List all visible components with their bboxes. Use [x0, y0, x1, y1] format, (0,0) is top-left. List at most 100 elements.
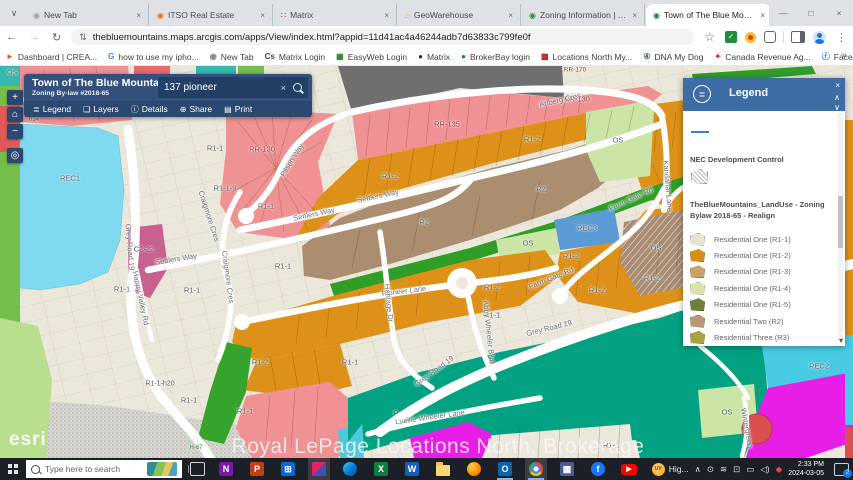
start-button[interactable] [0, 458, 26, 480]
taskbar-app-button[interactable]: ▦ [556, 458, 578, 480]
maximize-button[interactable]: □ [797, 8, 825, 18]
task-view-icon[interactable] [190, 462, 205, 476]
legend-swatch [690, 282, 705, 295]
home-extent-button[interactable]: ⌂ [7, 107, 23, 122]
refresh-icon[interactable]: ↻ [52, 31, 61, 44]
taskbar-app-button[interactable]: W [401, 458, 423, 480]
bookmark-item[interactable]: ⓕ Facebook [822, 51, 853, 62]
taskbar-app-button[interactable]: ⊞ [277, 458, 299, 480]
taskbar-app-button[interactable] [339, 458, 361, 480]
forward-icon[interactable]: → [29, 31, 40, 43]
zoom-in-button[interactable]: + [7, 90, 23, 105]
side-panel-icon[interactable] [791, 31, 805, 43]
taskbar-app-button[interactable] [463, 458, 485, 480]
search-icon[interactable] [293, 83, 302, 92]
legend-scrollbar-thumb[interactable] [838, 196, 843, 248]
taskbar-app-button[interactable]: ▶ [618, 458, 640, 480]
tab-close-icon[interactable]: × [384, 11, 389, 20]
tray-icon[interactable]: ≋ [720, 464, 727, 475]
tab-search-button[interactable]: ∨ [4, 3, 24, 23]
legend-close-icon[interactable]: × [835, 82, 840, 90]
tab-close-icon[interactable]: × [136, 11, 141, 20]
bookmark-item[interactable]: ✦ Canada Revenue Ag... [715, 52, 811, 62]
app-icon: O [498, 462, 512, 476]
system-tray: UV Hig... ∧ ⊙ ≋ ⊡ ▭ ◁) ◆ [652, 460, 853, 479]
locate-button[interactable]: ◎ [7, 148, 23, 163]
extension-honey-icon[interactable] [745, 32, 756, 43]
bookmark-item[interactable]: ◉ New Tab [210, 52, 254, 62]
bookmark-item[interactable]: ▦ EasyWeb Login [336, 52, 407, 62]
bookmark-item[interactable]: ● Matrix [418, 52, 450, 62]
minimize-button[interactable]: — [769, 8, 797, 18]
taskbar-app-button[interactable] [308, 458, 330, 480]
back-icon[interactable]: ← [6, 31, 17, 43]
tray-icon[interactable]: ◁) [760, 464, 769, 475]
bookmark-item[interactable]: ④ DNA My Dog [643, 52, 703, 62]
tray-icon[interactable]: ⊡ [733, 464, 740, 475]
bookmark-favicon: ④ [643, 52, 650, 61]
toolbar-item-label: Print [235, 104, 252, 114]
bookmark-item[interactable]: ● BrokerBay login [461, 52, 530, 62]
taskbar-search-box[interactable]: Type here to search [26, 460, 182, 478]
browser-tab[interactable]: ◉ ITSO Real Estate × [150, 4, 273, 26]
extensions-icon[interactable] [764, 31, 776, 43]
extension-check-icon[interactable]: ✓ [725, 31, 737, 43]
taskbar-app-button[interactable] [432, 458, 454, 480]
search-input[interactable]: 137 pioneer [164, 82, 281, 93]
bookmark-item[interactable]: G how to use my ipho... [108, 52, 199, 62]
toolbar-item-icon: ⊕ [180, 105, 187, 114]
map-search-box[interactable]: 137 pioneer × [158, 77, 308, 98]
weather-widget[interactable]: UV Hig... [652, 463, 689, 476]
tray-icon[interactable]: ▭ [746, 464, 754, 475]
close-window-button[interactable]: × [825, 8, 853, 18]
search-highlight-image[interactable] [147, 462, 177, 476]
browser-tab[interactable]: ∷ Matrix × [274, 4, 397, 26]
browser-tab[interactable]: ⌂ GeoWarehouse × [398, 4, 521, 26]
browser-tab[interactable]: ◉ Town of The Blue Mountai... × [646, 4, 772, 26]
legend-item: Residential One (R1-2) [690, 247, 838, 263]
boundary-line-swatch [691, 131, 709, 133]
bookmark-favicon: ▩ [541, 52, 549, 61]
clear-search-icon[interactable]: × [281, 83, 286, 93]
profile-avatar[interactable] [813, 31, 826, 44]
bookmarks-overflow-icon[interactable]: » [841, 50, 847, 61]
nec-hatch-swatch [691, 169, 708, 184]
taskbar-clock[interactable]: 2:33 PM 2024-03-05 [788, 460, 824, 479]
tray-icon[interactable]: ◆ [776, 464, 783, 475]
taskbar-app-button[interactable]: P [246, 458, 268, 480]
site-info-icon[interactable]: ⇅ [79, 32, 87, 43]
windows-taskbar: Type here to search N P ⊞ [0, 458, 853, 480]
legend-chevron-up-icon[interactable]: ∧ [834, 94, 840, 102]
toolbar-item[interactable]: ❏ Layers [83, 104, 119, 114]
legend-scroll-down-icon[interactable]: ▾ [839, 336, 843, 345]
toolbar-item[interactable]: ⓘ Details [131, 104, 168, 115]
tray-icon[interactable]: ⊙ [707, 464, 714, 475]
tab-close-icon[interactable]: × [760, 11, 765, 20]
tab-close-icon[interactable]: × [632, 11, 637, 20]
bookmark-item[interactable]: Cs Matrix Login [265, 52, 326, 62]
browser-tab[interactable]: ◉ New Tab × [26, 4, 149, 26]
windows-logo-icon [8, 464, 18, 474]
bookmark-star-icon[interactable]: ☆ [704, 30, 715, 44]
zoom-out-button[interactable]: − [7, 124, 23, 139]
menu-kebab-icon[interactable]: ⋮ [836, 31, 847, 44]
notification-center-icon[interactable]: 2 [834, 463, 849, 476]
tab-close-icon[interactable]: × [260, 11, 265, 20]
toolbar-item[interactable]: ⊕ Share [180, 104, 212, 114]
tab-close-icon[interactable]: × [508, 11, 513, 20]
taskbar-app-button[interactable]: O [494, 458, 516, 480]
taskbar-app-button[interactable] [525, 458, 547, 480]
taskbar-app-button[interactable]: N [215, 458, 237, 480]
browser-tab[interactable]: ◉ Zoning Information | Tow... × [522, 4, 645, 26]
bookmark-item[interactable]: ▩ Locations North My... [541, 52, 632, 62]
toolbar-item[interactable]: ▤ Print [224, 104, 252, 114]
tray-icon[interactable]: ∧ [695, 464, 701, 475]
taskbar-app-button[interactable]: X [370, 458, 392, 480]
search-icon [31, 465, 40, 474]
address-bar[interactable]: ⇅ thebluemountains.maps.arcgis.com/apps/… [71, 29, 694, 45]
clock-date: 2024-03-05 [788, 469, 824, 478]
taskbar-app-button[interactable]: f [587, 458, 609, 480]
bookmark-item[interactable]: ► Dashboard | CREA... [6, 52, 97, 62]
toolbar-item[interactable]: ≣ Legend [33, 104, 71, 114]
bookmark-favicon: ► [6, 52, 14, 61]
